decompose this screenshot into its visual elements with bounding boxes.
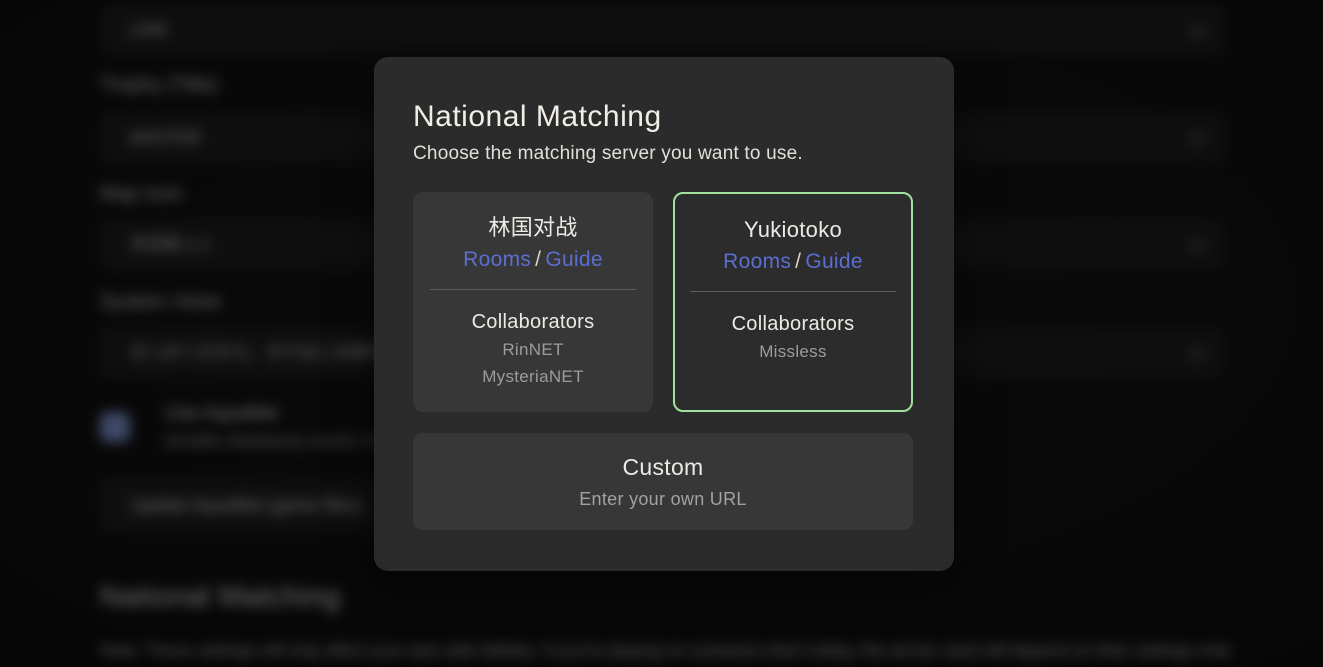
server-name: 林国对战 — [488, 215, 577, 241]
server-links: Rooms/Guide — [723, 249, 863, 274]
dialog-subtitle: Choose the matching server you want to u… — [413, 143, 915, 165]
server-name: Yukiotoko — [744, 217, 842, 243]
guide-link[interactable]: Guide — [805, 250, 863, 273]
rooms-link[interactable]: Rooms — [463, 248, 531, 271]
dialog-title: National Matching — [413, 57, 915, 134]
server-links: Rooms/Guide — [463, 247, 603, 272]
custom-server-card[interactable]: Custom Enter your own URL — [413, 433, 913, 530]
card-divider — [690, 291, 896, 292]
collaborator-name: MysteriaNET — [482, 366, 584, 388]
server-card-linguo[interactable]: 林国对战 Rooms/Guide Collaborators RinNET My… — [413, 192, 653, 412]
custom-card-subtitle: Enter your own URL — [579, 488, 746, 510]
collaborator-name: RinNET — [502, 339, 563, 361]
collaborators-heading: Collaborators — [732, 312, 855, 336]
card-divider — [430, 289, 636, 290]
link-separator: / — [531, 248, 545, 271]
guide-link[interactable]: Guide — [545, 248, 603, 271]
link-separator: / — [791, 250, 805, 273]
national-matching-dialog: National Matching Choose the matching se… — [374, 57, 954, 571]
settings-page: LINK Trophy (Title) MASTER Map Icon 天空街 … — [0, 0, 1323, 667]
collaborators-heading: Collaborators — [472, 310, 595, 334]
custom-card-title: Custom — [622, 453, 703, 481]
server-card-yukiotoko[interactable]: Yukiotoko Rooms/Guide Collaborators Miss… — [673, 192, 913, 412]
collaborator-name: Missless — [759, 341, 827, 363]
server-options-row: 林国对战 Rooms/Guide Collaborators RinNET My… — [413, 192, 915, 412]
rooms-link[interactable]: Rooms — [723, 250, 791, 273]
